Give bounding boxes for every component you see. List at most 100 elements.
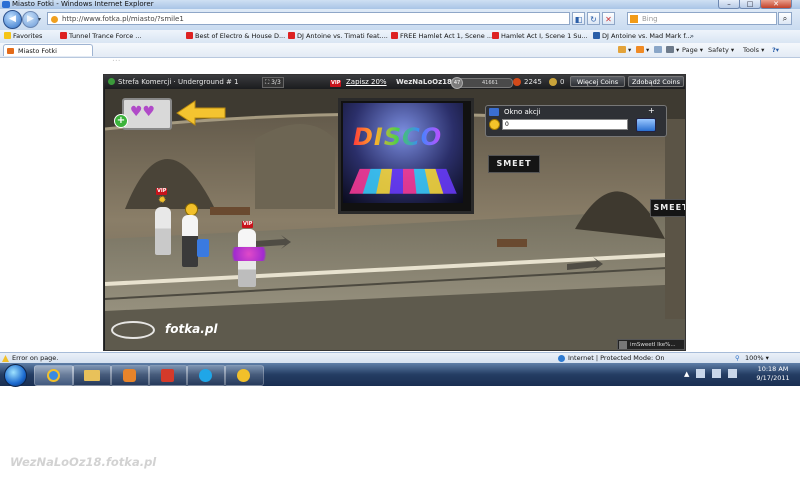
favorite-item-label: DJ Antoine vs. Mad Mark f... <box>602 32 692 40</box>
close-button[interactable]: ✕ <box>760 0 792 9</box>
avatar-bag <box>197 239 209 257</box>
coin-icon <box>513 78 521 86</box>
tray-expand-icon[interactable]: ▲ <box>684 370 689 378</box>
taskbar-app[interactable] <box>148 365 188 386</box>
faded-page-text: ... <box>112 54 121 64</box>
smeet-sign-right: SMEET <box>650 199 685 217</box>
warning-icon[interactable] <box>2 355 9 362</box>
chat-input[interactable] <box>502 119 628 130</box>
points-value: 41661 <box>482 80 498 86</box>
vip-badge: VIP <box>242 217 254 228</box>
action-window-icon <box>489 108 499 116</box>
avatar-2[interactable] <box>182 215 198 267</box>
taskbar-skype[interactable] <box>186 365 226 386</box>
smiley-picker-icon[interactable] <box>489 119 500 130</box>
zoom-value: 100% <box>745 354 764 362</box>
expand-icon[interactable]: + <box>648 106 655 115</box>
clock-date: 9/17/2011 <box>756 374 790 382</box>
vip-badge: VIP <box>330 76 342 88</box>
search-icon[interactable]: ⌕ <box>778 12 792 25</box>
more-favorites-chevron-icon[interactable]: » <box>690 31 694 42</box>
game-scene[interactable]: DISCO SMEET SMEET ♥♥ + VIP ✹ VIP Okno ak… <box>105 89 685 350</box>
site-favicon-icon <box>7 48 14 54</box>
favorite-item-label: Tunnel Trance Force ... <box>69 32 142 40</box>
start-button[interactable] <box>4 364 27 387</box>
vip-label: VIP <box>156 188 168 195</box>
other-count: 0 <box>560 78 565 86</box>
stop-icon[interactable]: ✕ <box>602 12 615 25</box>
gold-icon <box>549 78 557 86</box>
back-button[interactable]: ◀ <box>3 10 22 29</box>
url-input[interactable]: http://www.fotka.pl/miasto/?smile1 <box>47 12 570 25</box>
home-icon[interactable]: ▾ <box>618 44 631 56</box>
tools-menu[interactable]: Tools ▾ <box>743 44 764 56</box>
avatar-effect <box>225 247 273 261</box>
window-title-bar: Miasto Fotki - Windows Internet Explorer… <box>0 0 800 9</box>
favorites-button[interactable]: Favorites <box>4 31 42 42</box>
volume-icon[interactable] <box>728 369 737 378</box>
favorite-item[interactable]: Hamlet Act I, Scene 1 Su... <box>492 31 588 42</box>
media-player-icon <box>123 369 136 382</box>
minimize-button[interactable]: – <box>718 0 740 9</box>
favorite-item[interactable]: Best of Electro & House D... <box>186 31 285 42</box>
favorite-item[interactable]: DJ Antoine vs. Mad Mark f... <box>593 31 691 42</box>
skype-icon <box>199 369 212 382</box>
refresh-icon[interactable]: ↻ <box>587 12 600 25</box>
favorite-item-label: DJ Antoine vs. Timati feat.... <box>297 32 388 40</box>
address-toolbar: ◀ ▶ ▾ http://www.fotka.pl/miasto/?smile1… <box>0 9 800 30</box>
hearts-icon: ♥♥ <box>130 104 156 120</box>
vip-label: VIP <box>330 80 342 87</box>
sun-icon: ✹ <box>158 195 167 206</box>
add-plus-icon[interactable]: + <box>114 114 128 128</box>
more-coins-button[interactable]: Więcej Coins <box>570 76 625 87</box>
taskbar-explorer[interactable] <box>72 365 112 386</box>
mail-icon[interactable] <box>654 44 664 56</box>
vip-machine[interactable]: ♥♥ <box>122 98 172 130</box>
history-dropdown-icon[interactable]: ▾ <box>38 16 41 23</box>
youtube-icon <box>60 32 67 39</box>
user-tag[interactable]: imSweetI Ike%... <box>617 339 685 350</box>
help-menu-label: ?▾ <box>772 46 780 54</box>
tab-miasto-fotki[interactable]: Miasto Fotki <box>3 44 93 56</box>
location-icon <box>108 78 115 85</box>
page-menu[interactable]: Page ▾ <box>682 44 703 56</box>
tools-menu-label: Tools ▾ <box>743 46 765 54</box>
smiley-icon <box>237 369 250 382</box>
game-frame[interactable]: Strefa Komercji · Underground # 1 ⛶ 3/3 … <box>103 74 686 351</box>
earn-coins-button[interactable]: Zdobądź Coins <box>628 76 684 87</box>
taskbar-media-player[interactable] <box>110 365 150 386</box>
ie-icon <box>47 369 60 382</box>
print-icon[interactable]: ▾ <box>666 44 679 56</box>
compat-view-icon[interactable]: ◧ <box>572 12 585 25</box>
taskbar-messenger[interactable] <box>224 365 264 386</box>
search-input[interactable]: Bing <box>627 12 777 25</box>
maximize-button[interactable]: □ <box>739 0 761 9</box>
yellow-arrow-icon <box>176 100 226 126</box>
forward-button[interactable]: ▶ <box>22 11 39 28</box>
feeds-icon[interactable]: ▾ <box>636 44 649 56</box>
flag-icon[interactable] <box>696 369 705 378</box>
subscribe-link[interactable]: Zapisz 20% <box>346 76 387 88</box>
youtube-icon <box>288 32 295 39</box>
clock-time: 10:18 AM <box>757 365 789 373</box>
action-window-title: Okno akcji <box>504 108 541 116</box>
site-favicon-icon <box>51 16 58 23</box>
favorite-item[interactable]: Tunnel Trance Force ... <box>60 31 142 42</box>
taskbar-ie[interactable] <box>34 365 74 386</box>
bing-icon <box>630 15 638 23</box>
favorite-item[interactable]: FREE Hamlet Act 1, Scene ... <box>391 31 493 42</box>
send-button[interactable] <box>636 118 656 132</box>
action-window[interactable]: Okno akcji + <box>485 105 667 137</box>
safety-menu[interactable]: Safety ▾ <box>708 44 734 56</box>
clock[interactable]: 10:18 AM 9/17/2011 <box>748 365 798 383</box>
help-menu[interactable]: ?▾ <box>772 44 779 56</box>
avatar-1[interactable] <box>155 207 171 255</box>
vip-badge: VIP <box>156 184 168 195</box>
favorite-item[interactable]: DJ Antoine vs. Timati feat.... <box>288 31 388 42</box>
favorite-item-label: FREE Hamlet Act 1, Scene ... <box>400 32 494 40</box>
network-icon[interactable] <box>712 369 721 378</box>
url-text: http://www.fotka.pl/miasto/?smile1 <box>62 15 184 23</box>
youtube-icon <box>391 32 398 39</box>
safety-menu-label: Safety ▾ <box>708 46 735 54</box>
star-icon <box>4 32 11 39</box>
